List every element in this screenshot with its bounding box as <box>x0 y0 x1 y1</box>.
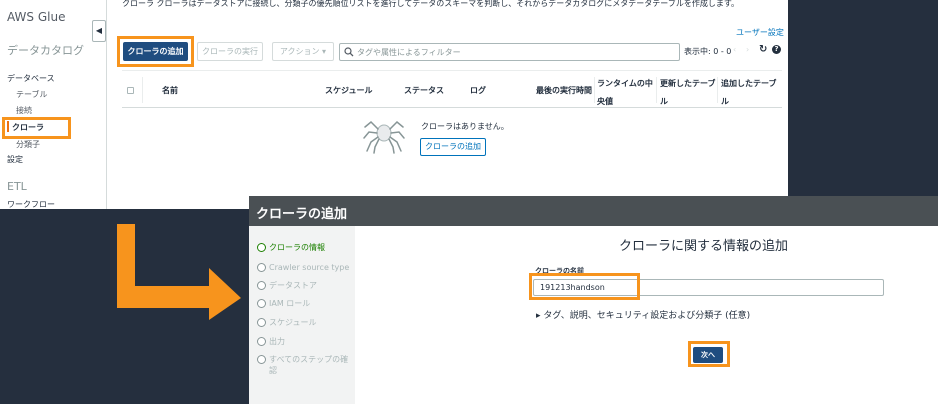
step-label: Crawler source type <box>269 263 350 272</box>
help-icon[interactable]: ? <box>772 45 781 54</box>
wizard-header: クローラの追加 <box>249 196 938 226</box>
previous-page-icon[interactable]: ‹ <box>733 45 736 54</box>
add-crawler-wizard: クローラの追加 クローラの情報 Crawler source type データス… <box>249 196 938 404</box>
column-header-logs[interactable]: ログ <box>470 85 486 96</box>
filter-input[interactable]: タグや属性によるフィルター <box>339 43 680 61</box>
step-status-icon <box>257 318 266 327</box>
next-page-icon[interactable]: › <box>746 45 749 54</box>
pagination-status: 表示中: 0 - 0 <box>684 47 732 56</box>
highlight-box-next <box>688 341 730 367</box>
run-crawler-button[interactable]: クローラの実行 <box>197 42 263 61</box>
column-header-schedule[interactable]: スケジュール <box>325 85 372 96</box>
sidebar-item-tables[interactable]: テーブル <box>16 89 48 100</box>
sidebar-item-database[interactable]: データベース <box>7 73 55 84</box>
user-settings-link[interactable]: ユーザー設定 <box>736 27 784 38</box>
sidebar-item-classifiers[interactable]: 分類子 <box>16 139 40 150</box>
sidebar: AWS Glue データカタログ データベース テーブル 接続 クローラ 分類子… <box>0 0 107 209</box>
wizard-heading: クローラに関する情報の追加 <box>619 239 789 254</box>
sidebar-section-data-catalog: データカタログ <box>7 44 84 57</box>
step-status-icon <box>257 281 266 290</box>
step-status-icon <box>257 243 266 252</box>
empty-state-message: クローラはありません。 <box>421 122 509 131</box>
column-header-status[interactable]: ステータス <box>404 85 444 96</box>
step-status-icon <box>257 355 266 364</box>
sidebar-item-workflows[interactable]: ワークフロー <box>7 199 55 209</box>
refresh-icon[interactable]: ↻ <box>759 44 767 55</box>
flow-arrow-icon <box>117 224 241 320</box>
chevron-left-icon[interactable]: ◀ <box>92 20 106 42</box>
crawler-list-screen: AWS Glue データカタログ データベース テーブル 接続 クローラ 分類子… <box>0 0 788 209</box>
sidebar-item-connections[interactable]: 接続 <box>16 105 32 116</box>
step-label: 出力 <box>269 337 285 346</box>
sidebar-app-title: AWS Glue <box>7 10 66 24</box>
column-divider <box>594 77 595 103</box>
table-header: 名前 スケジュール ステータス ログ 最後の実行時間 ランタイムの中央値 更新し… <box>122 70 782 108</box>
empty-add-crawler-button[interactable]: クローラの追加 <box>420 138 486 156</box>
sidebar-item-settings[interactable]: 設定 <box>7 154 23 165</box>
sidebar-section-etl: ETL <box>7 180 27 193</box>
column-header-tables-added[interactable]: 追加したテーブル <box>721 75 779 111</box>
step-label: データストア <box>269 281 317 290</box>
step-label: すべてのステップの確認 <box>269 355 349 375</box>
wizard-title: クローラの追加 <box>256 207 348 222</box>
column-header-name[interactable]: 名前 <box>162 85 178 96</box>
highlight-box-crawlers <box>2 117 71 139</box>
step-status-icon <box>257 263 266 272</box>
column-divider <box>717 77 718 103</box>
highlight-box-crawler-name <box>529 273 640 300</box>
column-divider <box>142 77 143 103</box>
page-description: クローラ クローラはデータストアに接続し、分類子の優先順位リストを進行してデータ… <box>122 0 740 8</box>
column-divider <box>656 77 657 103</box>
select-all-checkbox[interactable] <box>127 87 134 94</box>
column-header-median-runtime[interactable]: ランタイムの中央値 <box>597 75 655 111</box>
column-header-tables-updated[interactable]: 更新したテーブル <box>660 75 716 111</box>
filter-placeholder: タグや属性によるフィルター <box>357 48 461 57</box>
step-label: クローラの情報 <box>269 243 325 252</box>
spider-icon <box>363 120 405 154</box>
column-header-last-runtime[interactable]: 最後の実行時間 <box>536 85 592 96</box>
action-dropdown[interactable]: アクション ▾ <box>272 42 334 61</box>
search-icon <box>344 47 354 57</box>
step-label: IAM ロール <box>269 299 311 308</box>
highlight-box-add-crawler <box>117 36 194 67</box>
optional-settings-expander[interactable]: ▸ タグ、説明、セキュリティ設定および分類子 (任意) <box>536 308 750 321</box>
step-status-icon <box>257 337 266 346</box>
step-label: スケジュール <box>269 318 317 327</box>
step-status-icon <box>257 299 266 308</box>
